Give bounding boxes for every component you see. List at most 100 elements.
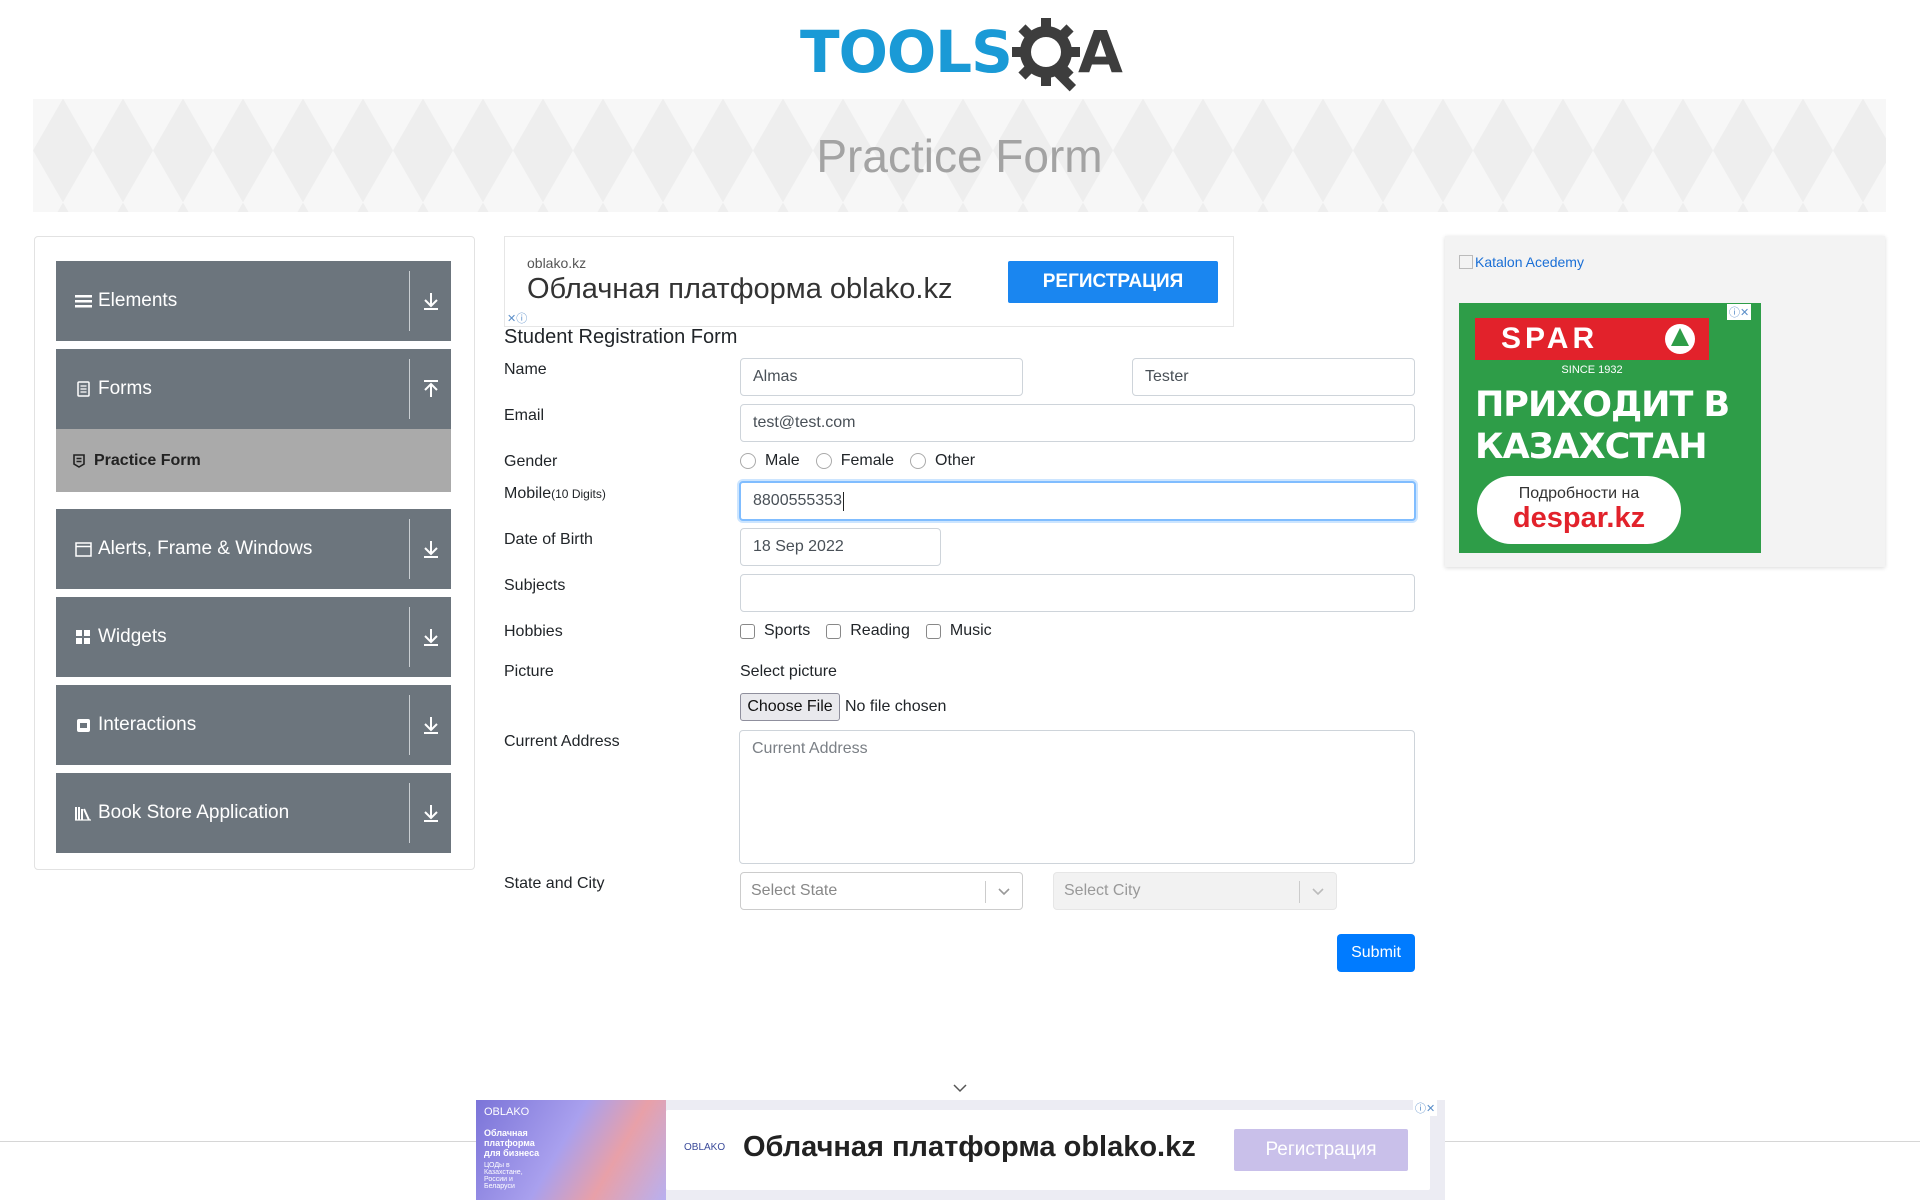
checkbox[interactable] bbox=[925, 623, 941, 639]
spar-ad[interactable]: SPAR SINCE 1932 ПРИХОДИТ В КАЗАХСТАН Под… bbox=[1459, 303, 1761, 553]
ad-thumb-brand: OBLAKO bbox=[484, 1106, 530, 1118]
email-input[interactable]: test@test.com bbox=[740, 404, 1415, 442]
nav-group-interactions[interactable]: Interactions bbox=[56, 685, 451, 765]
gender-option-other[interactable]: Other bbox=[910, 452, 975, 470]
radio-button[interactable] bbox=[910, 453, 927, 469]
mobile-input[interactable]: 8800555353 bbox=[739, 481, 1416, 521]
first-name-input[interactable]: Almas bbox=[740, 358, 1023, 396]
radio-button[interactable] bbox=[815, 453, 832, 469]
spar-headline-2: КАЗАХСТАН bbox=[1475, 427, 1708, 467]
choose-file-button[interactable]: Choose File bbox=[740, 693, 840, 721]
broken-image-icon bbox=[1459, 255, 1473, 269]
mobile-label: Mobile(10 Digits) bbox=[504, 485, 606, 503]
gender-option-label: Male bbox=[765, 452, 800, 469]
nav-item-practice-form[interactable]: Practice Form bbox=[56, 429, 451, 492]
form-badge-icon bbox=[73, 453, 85, 468]
expand-down-icon bbox=[424, 805, 438, 822]
ad-headline: Облачная платформа oblako.kz bbox=[527, 273, 953, 305]
ad-close-icon[interactable]: ⓘ✕ bbox=[1413, 1100, 1438, 1116]
nav-group-label: Widgets bbox=[98, 626, 167, 647]
ad-mini-brand: OBLAKO bbox=[684, 1142, 726, 1153]
hobby-option-label: Reading bbox=[850, 622, 910, 639]
spar-details-text: Подробности на bbox=[1518, 485, 1640, 502]
picture-label: Picture bbox=[504, 663, 554, 680]
radio-button[interactable] bbox=[740, 453, 756, 469]
ad-banner-top[interactable]: oblako.kz Облачная платформа oblako.kz Р… bbox=[504, 236, 1234, 327]
divider bbox=[1299, 881, 1300, 903]
nav-group-label: Elements bbox=[98, 290, 178, 311]
city-select[interactable]: Select City bbox=[1053, 872, 1337, 910]
toolsqa-logo[interactable]: TOOLS A bbox=[800, 14, 1124, 92]
hobby-option-label: Sports bbox=[764, 622, 811, 639]
gender-option-label: Other bbox=[935, 452, 976, 469]
submit-button[interactable]: Submit bbox=[1337, 934, 1415, 972]
checkbox[interactable] bbox=[740, 623, 755, 639]
window-icon bbox=[74, 540, 92, 558]
hobbies-label: Hobbies bbox=[504, 623, 563, 640]
gender-option-female[interactable]: Female bbox=[815, 452, 895, 470]
chevron-down-icon bbox=[1312, 888, 1324, 896]
hamburger-icon bbox=[74, 292, 92, 310]
gear-icon bbox=[1012, 18, 1080, 92]
text-caret bbox=[842, 491, 844, 511]
logo-suffix: A bbox=[1078, 18, 1123, 86]
hobby-option-music[interactable]: Music bbox=[925, 622, 992, 640]
spar-headline-1: ПРИХОДИТ В bbox=[1475, 385, 1730, 425]
nav-group-book-store[interactable]: Book Store Application bbox=[56, 773, 451, 853]
gender-option-label: Female bbox=[840, 452, 895, 469]
expand-down-icon bbox=[424, 717, 438, 734]
ad-cta-button[interactable]: РЕГИСТРАЦИЯ bbox=[1008, 261, 1218, 303]
form-title: Student Registration Form bbox=[504, 326, 738, 348]
ad-cta-button[interactable]: Регистрация bbox=[1234, 1129, 1408, 1171]
expand-down-icon bbox=[424, 629, 438, 646]
ad-thumbnail: OBLAKO Облачная платформа для бизнеса ЦО… bbox=[476, 1100, 666, 1200]
hobby-option-sports[interactable]: Sports bbox=[740, 622, 810, 640]
page-title: Practice Form bbox=[816, 129, 1103, 182]
nav-group-label: Alerts, Frame & Windows bbox=[98, 538, 313, 559]
interactions-icon bbox=[74, 716, 92, 734]
ad-banner-bottom[interactable]: OBLAKO Облачная платформа для бизнеса ЦО… bbox=[476, 1100, 1445, 1200]
dob-input[interactable]: 18 Sep 2022 bbox=[740, 528, 941, 566]
mobile-value: 8800555353 bbox=[753, 492, 842, 509]
email-label: Email bbox=[504, 407, 545, 424]
dob-label: Date of Birth bbox=[504, 531, 593, 548]
nav-group-alerts[interactable]: Alerts, Frame & Windows bbox=[56, 509, 451, 589]
gender-radio-group: Male Female Other bbox=[740, 452, 991, 470]
current-address-textarea[interactable]: Current Address bbox=[739, 730, 1415, 864]
mobile-hint: (10 Digits) bbox=[551, 487, 606, 501]
city-placeholder: Select City bbox=[1064, 882, 1141, 899]
checkbox[interactable] bbox=[826, 623, 842, 639]
divider bbox=[409, 519, 410, 579]
hobby-option-label: Music bbox=[949, 622, 992, 639]
divider bbox=[985, 881, 986, 903]
last-name-input[interactable]: Tester bbox=[1132, 358, 1415, 396]
chevron-down-icon[interactable] bbox=[951, 1082, 969, 1094]
nav-group-label: Interactions bbox=[98, 714, 197, 735]
nav-group-widgets[interactable]: Widgets bbox=[56, 597, 451, 677]
ad-sidebar-right[interactable]: Katalon Acedemy SPAR SINCE 1932 ПРИХОДИТ… bbox=[1445, 236, 1885, 567]
spar-details-pill[interactable]: Подробности на despar.kz bbox=[1477, 476, 1681, 544]
spar-brand: SPAR bbox=[1501, 322, 1599, 355]
ad-headline: Облачная платформа oblako.kz bbox=[743, 1131, 1196, 1163]
nav-item-label: Practice Form bbox=[94, 451, 201, 469]
state-select[interactable]: Select State bbox=[740, 872, 1023, 910]
spar-tree-icon bbox=[1665, 324, 1695, 354]
ad-card[interactable]: OBLAKO Облачная платформа oblako.kz Реги… bbox=[666, 1110, 1430, 1190]
widgets-icon bbox=[74, 628, 92, 646]
ad-source: oblako.kz bbox=[527, 255, 587, 271]
expand-down-icon bbox=[424, 293, 438, 310]
divider bbox=[409, 607, 410, 667]
katalon-link[interactable]: Katalon Acedemy bbox=[1459, 254, 1584, 270]
spar-logo: SPAR bbox=[1475, 318, 1709, 360]
nav-group-label: Book Store Application bbox=[98, 802, 290, 823]
gender-option-male[interactable]: Male bbox=[740, 452, 800, 470]
nav-group-elements[interactable]: Elements bbox=[56, 261, 451, 341]
ad-close-icon[interactable]: ⓘ✕ bbox=[1727, 304, 1752, 320]
subjects-input[interactable] bbox=[740, 574, 1415, 612]
nav-group-forms[interactable]: Forms bbox=[56, 349, 451, 429]
ad-close-icon[interactable]: ✕ⓘ bbox=[507, 310, 527, 326]
ad-thumb-sub: ЦОДы в Казахстане, России и Беларуси bbox=[484, 1162, 523, 1190]
divider bbox=[409, 271, 410, 331]
spar-since: SINCE 1932 bbox=[1561, 364, 1623, 376]
hobby-option-reading[interactable]: Reading bbox=[826, 622, 910, 640]
